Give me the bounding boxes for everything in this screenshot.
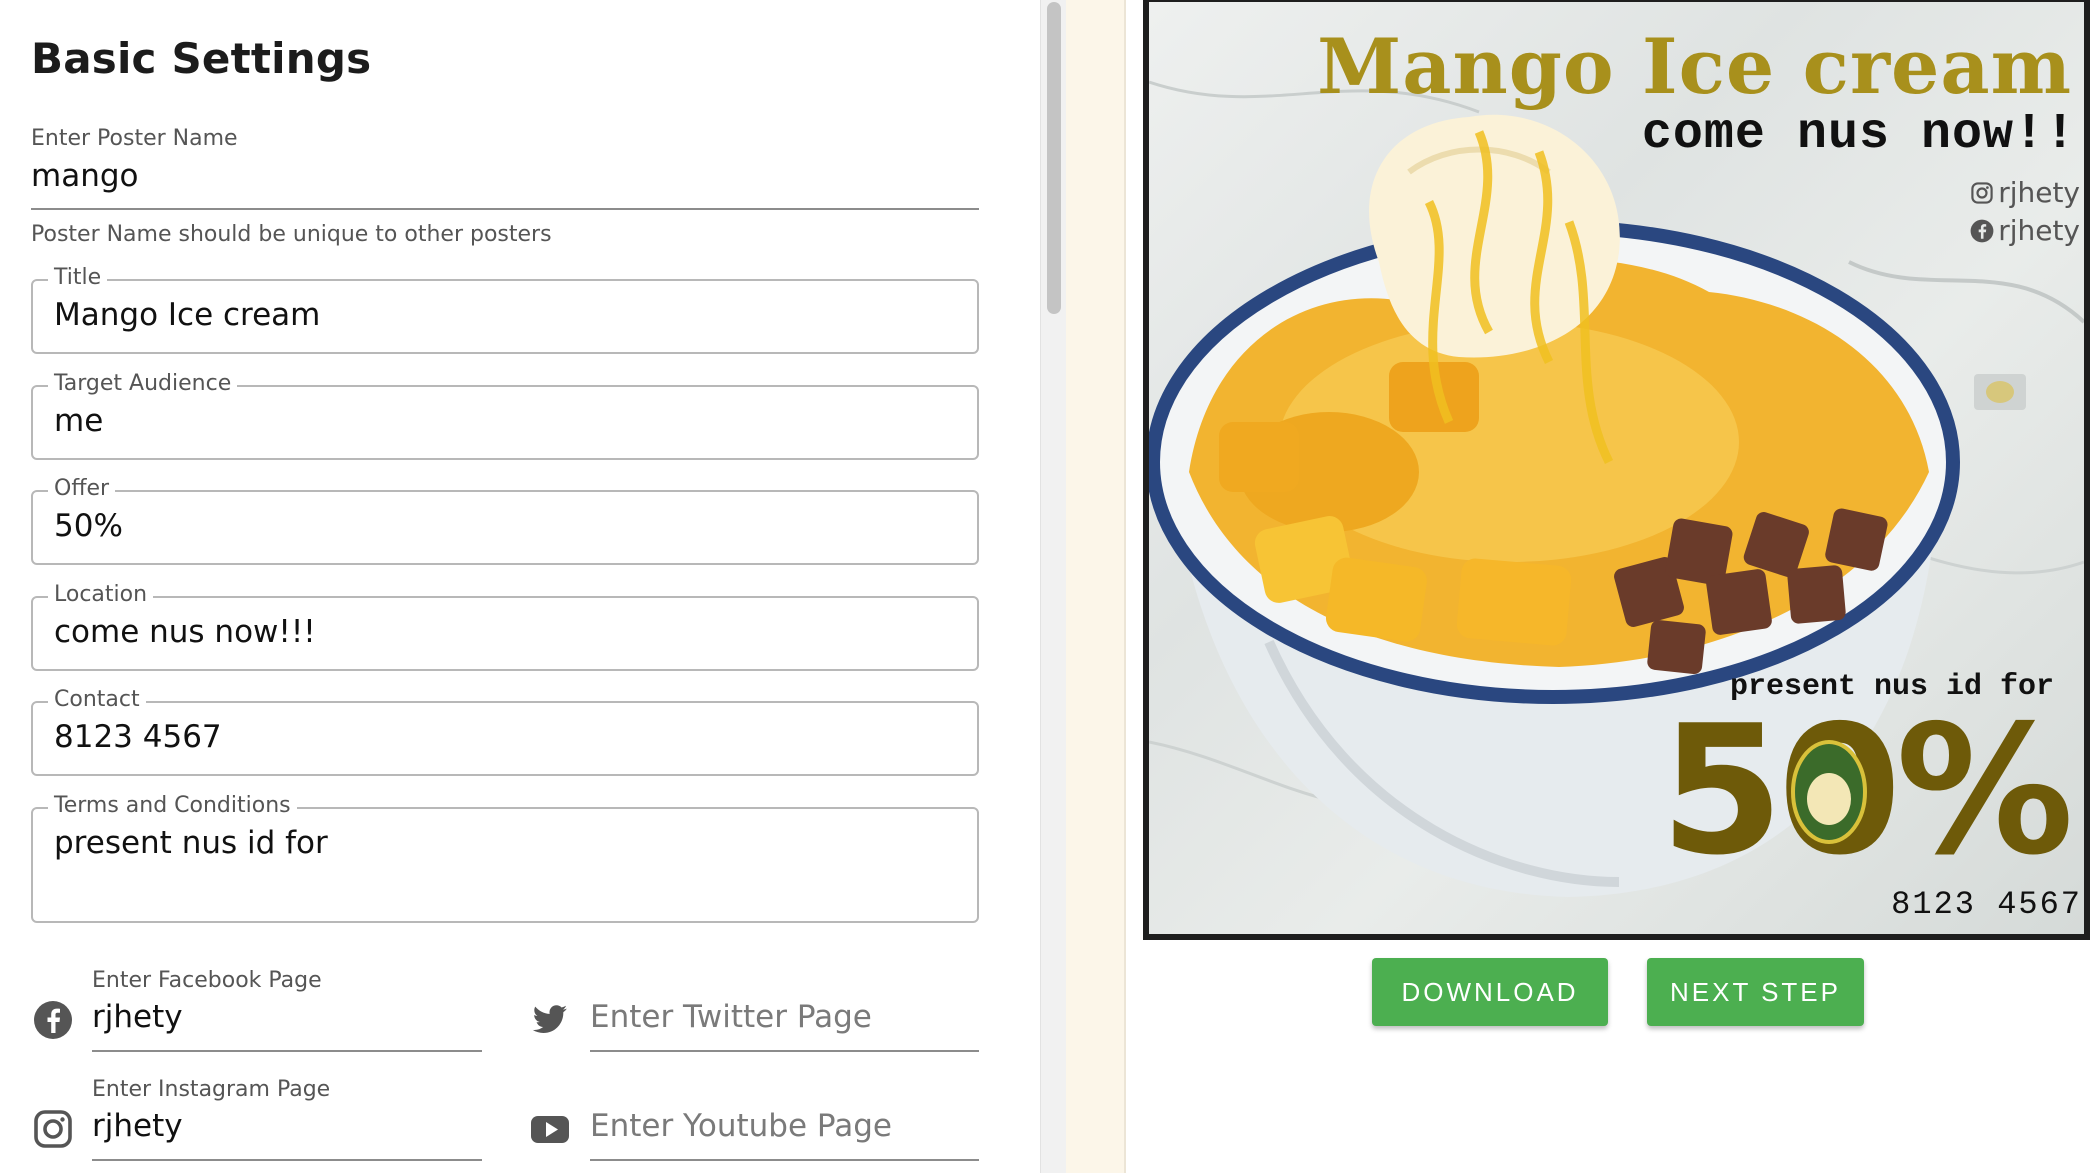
- poster-instagram-text: rjhety: [1998, 176, 2080, 209]
- page-title: Basic Settings: [31, 34, 372, 83]
- youtube-input[interactable]: Enter Youtube Page: [590, 1108, 892, 1144]
- next-step-button[interactable]: NEXT STEP: [1647, 958, 1864, 1026]
- terms-field[interactable]: Terms and Conditions present nus id for: [31, 793, 979, 923]
- twitter-icon: [532, 1005, 567, 1033]
- twitter-underline: [590, 1050, 979, 1052]
- contact-input[interactable]: 8123 4567: [54, 719, 222, 755]
- offer-input[interactable]: 50%: [54, 508, 123, 544]
- title-field-label: Title: [48, 265, 108, 290]
- poster-facebook-handle: rjhety: [1970, 214, 2080, 247]
- target-audience-label: Target Audience: [48, 371, 238, 396]
- offer-field[interactable]: Offer 50%: [31, 476, 979, 565]
- poster-name-label: Enter Poster Name: [31, 126, 238, 151]
- poster-name-input[interactable]: mango: [31, 158, 139, 194]
- youtube-underline: [590, 1159, 979, 1161]
- offer-label: Offer: [48, 476, 116, 501]
- poster-name-underline: [31, 208, 979, 210]
- poster-preview: Mango Ice cream come nus now!! rjhety rj…: [1143, 0, 2090, 940]
- instagram-underline: [92, 1159, 482, 1161]
- poster-name-helper-text: Poster Name should be unique to other po…: [31, 222, 552, 247]
- poster-facebook-icon: [1970, 219, 1994, 242]
- facebook-icon: [34, 1001, 72, 1039]
- terms-label: Terms and Conditions: [48, 793, 297, 818]
- title-input[interactable]: Mango Ice cream: [54, 297, 320, 333]
- facebook-underline: [92, 1050, 482, 1052]
- offer-sticker-icon: [1791, 740, 1867, 844]
- target-audience-field[interactable]: Target Audience me: [31, 371, 979, 460]
- poster-title: Mango Ice cream: [1317, 22, 2072, 111]
- instagram-label: Enter Instagram Page: [92, 1077, 331, 1102]
- title-field[interactable]: Title Mango Ice cream: [31, 265, 979, 354]
- location-label: Location: [48, 582, 154, 607]
- instagram-icon: [34, 1110, 72, 1148]
- poster-location: come nus now!!: [1641, 106, 2076, 163]
- panel-divider: [1066, 0, 1126, 1173]
- poster-instagram-icon: [1971, 181, 1993, 204]
- terms-textarea[interactable]: present nus id for: [54, 825, 328, 861]
- settings-panel: Basic Settings Enter Poster Name mango P…: [0, 0, 1040, 1173]
- youtube-icon: [531, 1116, 569, 1143]
- location-input[interactable]: come nus now!!!: [54, 614, 316, 650]
- contact-field[interactable]: Contact 8123 4567: [31, 687, 979, 776]
- poster-contact: 8123 4567: [1891, 886, 2082, 923]
- poster-instagram-handle: rjhety: [1970, 176, 2080, 209]
- instagram-input[interactable]: rjhety: [92, 1108, 183, 1144]
- download-button[interactable]: DOWNLOAD: [1372, 958, 1608, 1026]
- facebook-label: Enter Facebook Page: [92, 968, 322, 993]
- twitter-input[interactable]: Enter Twitter Page: [590, 999, 872, 1035]
- poster-facebook-text: rjhety: [1998, 214, 2080, 247]
- scrollbar-thumb[interactable]: [1047, 2, 1061, 314]
- settings-scrollbar[interactable]: [1040, 0, 1067, 1173]
- contact-label: Contact: [48, 687, 146, 712]
- target-audience-input[interactable]: me: [54, 403, 103, 439]
- facebook-input[interactable]: rjhety: [92, 999, 183, 1035]
- location-field[interactable]: Location come nus now!!!: [31, 582, 979, 671]
